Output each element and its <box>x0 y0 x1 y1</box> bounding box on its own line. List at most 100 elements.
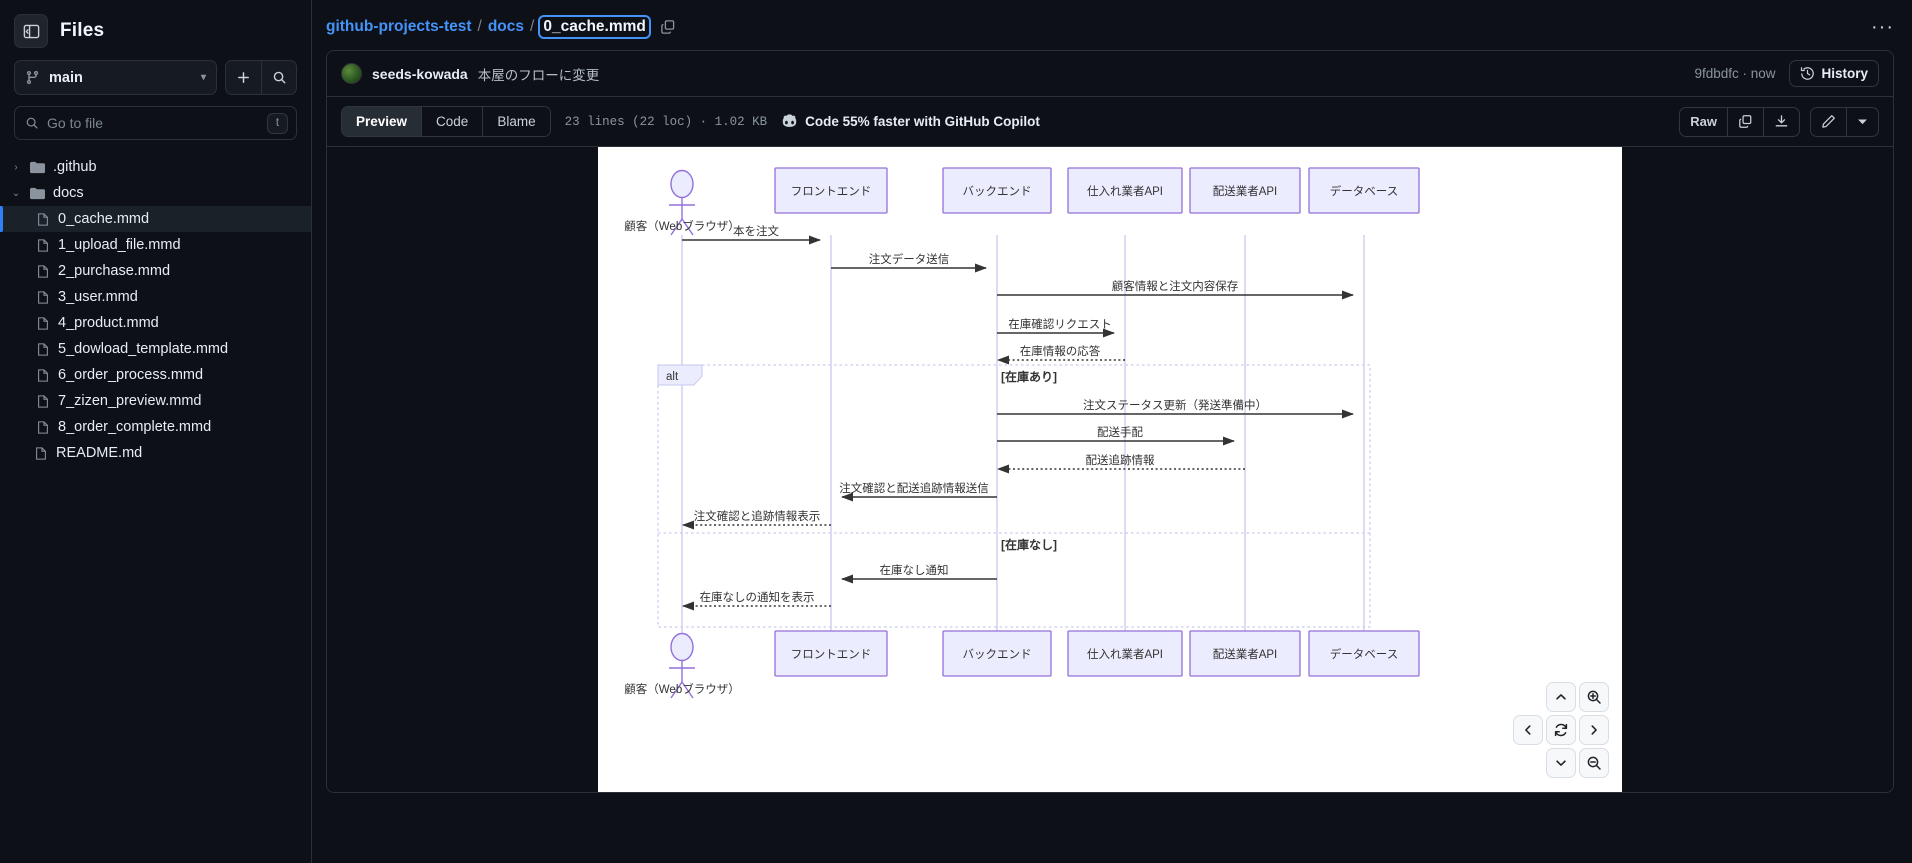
folder-icon <box>30 161 45 173</box>
view-mode-tabs: Preview Code Blame <box>341 106 551 137</box>
tree-item-0-cache[interactable]: 0_cache.mmd <box>0 206 311 232</box>
message-label-5: 在庫情報の応答 <box>1020 344 1101 358</box>
chevron-down-icon <box>1556 760 1566 766</box>
participant-label: 配送業者API <box>1213 184 1278 198</box>
zoom-out-icon <box>1587 756 1601 770</box>
participant-label: 仕入れ業者API <box>1087 185 1163 198</box>
zoom-out-button[interactable] <box>1579 748 1609 778</box>
file-icon <box>38 420 48 434</box>
mermaid-preview-area: alt [在庫あり] [在庫なし] 顧客（Webブラウザ） フロントエンド バッ… <box>327 147 1893 792</box>
sequence-diagram-svg: alt [在庫あり] [在庫なし] 顧客（Webブラウザ） フロントエンド バッ… <box>624 167 1420 699</box>
sidebar-header: Files <box>0 0 311 58</box>
chevron-down-icon[interactable] <box>1847 108 1878 136</box>
tree-item-docs[interactable]: ⌄ docs <box>0 180 311 206</box>
pan-left-button[interactable] <box>1513 715 1543 745</box>
participant-backend-top: バックエンド <box>942 167 1052 214</box>
file-icon <box>38 342 48 356</box>
breadcrumb-folder[interactable]: docs <box>488 18 524 36</box>
alt-label: alt <box>666 371 679 383</box>
branch-row: main ▾ <box>0 58 311 95</box>
search-icon <box>26 117 38 129</box>
tree-item-3-user[interactable]: 3_user.mmd <box>0 284 311 310</box>
tree-item-readme[interactable]: README.md <box>0 440 311 466</box>
message-label-1: 本を注文 <box>733 224 779 238</box>
participant-label: 配送業者API <box>1213 647 1278 661</box>
zoom-in-button[interactable] <box>1579 682 1609 712</box>
participant-label: バックエンド <box>963 185 1032 198</box>
tree-item-2-purchase[interactable]: 2_purchase.mmd <box>0 258 311 284</box>
copy-path-icon[interactable] <box>660 19 676 35</box>
download-icon[interactable] <box>1764 108 1799 136</box>
tree-item-label: README.md <box>56 445 143 461</box>
pencil-edit-icon[interactable] <box>1811 107 1847 136</box>
tree-item-7-zizen-preview[interactable]: 7_zizen_preview.mmd <box>0 388 311 414</box>
message-label-6: 注文ステータス更新（発送準備中） <box>1083 398 1267 412</box>
breadcrumb: github-projects-test / docs / 0_cache.mm… <box>326 15 651 39</box>
latest-commit-bar: seeds-kowada 本屋のフローに変更 9fdbdfc · now His… <box>327 51 1893 97</box>
chevron-down-icon: ▾ <box>200 72 206 83</box>
pan-right-button[interactable] <box>1579 715 1609 745</box>
tree-item-4-product[interactable]: 4_product.mmd <box>0 310 311 336</box>
message-label-8: 配送追跡情報 <box>1086 453 1155 467</box>
participant-label: バックエンド <box>963 648 1032 661</box>
participant-supplier-bottom: 仕入れ業者API <box>1067 630 1183 677</box>
tree-item-label: 6_order_process.mmd <box>58 367 204 383</box>
pan-down-button[interactable] <box>1546 748 1576 778</box>
tree-item-8-order-complete[interactable]: 8_order_complete.mmd <box>0 414 311 440</box>
participant-label: 顧客（Webブラウザ） <box>624 682 739 696</box>
history-button[interactable]: History <box>1789 60 1879 87</box>
search-icon[interactable] <box>261 60 297 95</box>
breadcrumb-current-file[interactable]: 0_cache.mmd <box>538 15 651 39</box>
copilot-promo[interactable]: Code 55% faster with GitHub Copilot <box>781 113 1040 130</box>
tree-item-github[interactable]: › .github <box>0 154 311 180</box>
participant-shipper-bottom: 配送業者API <box>1189 630 1301 677</box>
file-icon <box>38 290 48 304</box>
chevron-left-icon <box>1525 725 1531 735</box>
history-label: History <box>1821 66 1868 81</box>
file-icon <box>38 264 48 278</box>
commit-author[interactable]: seeds-kowada <box>372 66 468 82</box>
copy-raw-icon[interactable] <box>1728 107 1764 136</box>
breadcrumb-separator: / <box>477 18 482 35</box>
diagram-zoom-controls <box>1513 682 1609 778</box>
sidebar-toggle-icon[interactable] <box>14 14 48 48</box>
sidebar-title: Files <box>60 20 105 41</box>
message-label-2: 注文データ送信 <box>869 252 950 266</box>
go-to-file-input[interactable]: Go to file t <box>14 106 297 140</box>
file-icon <box>38 316 48 330</box>
file-icon <box>38 212 48 226</box>
tab-code[interactable]: Code <box>422 107 484 136</box>
file-meta: 23 lines (22 loc) · 1.02 KB <box>564 114 768 129</box>
tab-preview[interactable]: Preview <box>342 107 423 136</box>
participant-label: データベース <box>1330 647 1398 661</box>
tree-item-5-dowload-template[interactable]: 5_dowload_template.mmd <box>0 336 311 362</box>
reset-zoom-button[interactable] <box>1546 715 1576 745</box>
breadcrumb-repo[interactable]: github-projects-test <box>326 18 472 36</box>
tree-item-6-order-process[interactable]: 6_order_process.mmd <box>0 362 311 388</box>
alt-branch-1: [在庫あり] <box>1001 369 1057 384</box>
raw-button[interactable]: Raw <box>1680 107 1728 136</box>
chevron-right-icon: › <box>14 161 18 173</box>
message-label-3: 顧客情報と注文内容保存 <box>1112 279 1239 293</box>
participant-frontend-top: フロントエンド <box>774 167 888 214</box>
main-content: github-projects-test / docs / 0_cache.mm… <box>312 0 1912 863</box>
raw-copy-download-group: Raw <box>1679 106 1800 137</box>
pan-up-button[interactable] <box>1546 682 1576 712</box>
tab-blame[interactable]: Blame <box>483 107 550 136</box>
breadcrumb-bar: github-projects-test / docs / 0_cache.mm… <box>312 8 1912 46</box>
participant-label: 仕入れ業者API <box>1087 648 1163 661</box>
alt-branch-2: [在庫なし] <box>1001 537 1057 552</box>
tree-item-label: 2_purchase.mmd <box>58 263 171 279</box>
branch-selector[interactable]: main ▾ <box>14 60 217 95</box>
more-options-kebab-icon[interactable]: ··· <box>1871 17 1894 37</box>
tree-item-label: 3_user.mmd <box>58 289 138 305</box>
folder-open-icon <box>30 187 45 199</box>
plus-icon[interactable] <box>225 60 261 95</box>
chevron-right-icon <box>1591 725 1597 735</box>
file-icon <box>38 394 48 408</box>
tree-item-1-upload-file[interactable]: 1_upload_file.mmd <box>0 232 311 258</box>
commit-message[interactable]: 本屋のフローに変更 <box>478 64 600 84</box>
sequence-diagram[interactable]: alt [在庫あり] [在庫なし] 顧客（Webブラウザ） フロントエンド バッ… <box>598 147 1622 792</box>
tree-item-label: 8_order_complete.mmd <box>58 419 212 435</box>
breadcrumb-separator: / <box>530 18 535 35</box>
